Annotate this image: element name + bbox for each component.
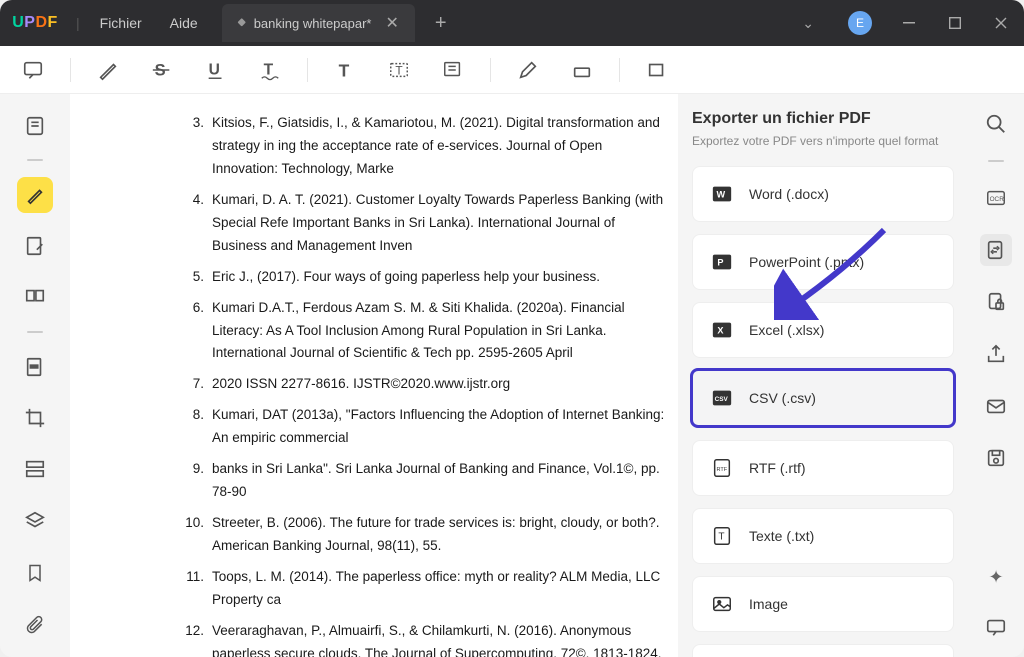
word-icon: W bbox=[709, 181, 735, 207]
excel-icon: X bbox=[709, 317, 735, 343]
app-logo: UPDF bbox=[0, 14, 70, 32]
comment-icon[interactable] bbox=[16, 55, 50, 85]
ai-icon[interactable]: ✦ bbox=[980, 561, 1012, 593]
export-option-word[interactable]: W Word (.docx) bbox=[692, 166, 954, 222]
toolbar: S U T T T bbox=[0, 46, 1024, 94]
export-option-excel[interactable]: X Excel (.xlsx) bbox=[692, 302, 954, 358]
attachment-icon[interactable] bbox=[17, 607, 53, 643]
document-view: 3.Kitsios, F., Giatsidis, I., & Kamariot… bbox=[70, 94, 678, 657]
svg-text:OCR: OCR bbox=[990, 196, 1005, 203]
svg-text:W: W bbox=[717, 190, 726, 200]
left-sidebar bbox=[0, 94, 70, 657]
protect-icon[interactable] bbox=[980, 286, 1012, 318]
reference-item: 10.Streeter, B. (2006). The future for t… bbox=[180, 512, 678, 558]
reference-item: 7.2020 ISSN 2277-8616. IJSTR©2020.www.ij… bbox=[180, 373, 678, 396]
form-icon[interactable] bbox=[17, 452, 53, 487]
note-icon[interactable] bbox=[436, 55, 470, 85]
squiggly-icon[interactable]: T bbox=[253, 55, 287, 85]
highlighter-icon[interactable] bbox=[91, 55, 125, 85]
crop-icon[interactable] bbox=[17, 400, 53, 435]
search-icon[interactable] bbox=[980, 108, 1012, 140]
svg-text:U: U bbox=[209, 61, 220, 78]
svg-text:T: T bbox=[339, 60, 350, 80]
svg-text:T: T bbox=[718, 532, 724, 543]
reference-item: 12.Veeraraghavan, P., Almuairfi, S., & C… bbox=[180, 620, 678, 657]
document-tab[interactable]: banking whitepapar* ✕ bbox=[222, 4, 415, 42]
svg-text:CSV: CSV bbox=[715, 396, 729, 403]
tab-title: banking whitepapar* bbox=[254, 16, 372, 31]
titlebar: UPDF | Fichier Aide banking whitepapar* … bbox=[0, 0, 1024, 46]
reference-item: 5.Eric J., (2017). Four ways of going pa… bbox=[180, 266, 678, 289]
export-subtitle: Exportez votre PDF vers n'importe quel f… bbox=[692, 134, 954, 148]
ocr-icon[interactable]: OCR bbox=[980, 182, 1012, 214]
export-option-csv[interactable]: CSV CSV (.csv) bbox=[690, 368, 956, 428]
highlight-tool-icon[interactable] bbox=[17, 177, 53, 212]
export-option-image[interactable]: Image bbox=[692, 576, 954, 632]
layers-icon[interactable] bbox=[17, 503, 53, 539]
reference-item: 11.Toops, L. M. (2014). The paperless of… bbox=[180, 566, 678, 612]
export-option-xml[interactable]: XML (.xml) bbox=[692, 644, 954, 657]
menu-help[interactable]: Aide bbox=[156, 15, 212, 31]
chat-icon[interactable] bbox=[980, 611, 1012, 643]
powerpoint-icon: P bbox=[709, 249, 735, 275]
edit-icon[interactable] bbox=[17, 229, 53, 264]
right-sidebar: OCR ✦ bbox=[968, 94, 1024, 657]
csv-icon: CSV bbox=[709, 385, 735, 411]
bookmark-icon[interactable] bbox=[17, 555, 53, 591]
reference-item: 8.Kumari, DAT (2013a), "Factors Influenc… bbox=[180, 404, 678, 450]
pages-icon[interactable] bbox=[17, 280, 53, 315]
reference-item: 9.banks in Sri Lanka". Sri Lanka Journal… bbox=[180, 458, 678, 504]
email-icon[interactable] bbox=[980, 390, 1012, 422]
tab-close-icon[interactable]: ✕ bbox=[386, 13, 399, 33]
svg-text:T: T bbox=[395, 63, 402, 77]
share-icon[interactable] bbox=[980, 338, 1012, 370]
tab-add-icon[interactable]: + bbox=[435, 12, 447, 35]
maximize-icon[interactable] bbox=[932, 0, 978, 46]
eraser-icon[interactable] bbox=[565, 55, 599, 85]
export-panel: Exporter un fichier PDF Exportez votre P… bbox=[678, 94, 968, 657]
reader-icon[interactable] bbox=[17, 108, 53, 143]
export-option-powerpoint[interactable]: P PowerPoint (.pptx) bbox=[692, 234, 954, 290]
strikethrough-icon[interactable]: S bbox=[145, 55, 179, 85]
svg-text:P: P bbox=[717, 258, 723, 268]
image-icon bbox=[709, 591, 735, 617]
shape-icon[interactable] bbox=[640, 55, 674, 85]
close-icon[interactable] bbox=[978, 0, 1024, 46]
reference-item: 6.Kumari D.A.T., Ferdous Azam S. M. & Si… bbox=[180, 297, 678, 366]
underline-icon[interactable]: U bbox=[199, 55, 233, 85]
redact-icon[interactable] bbox=[17, 349, 53, 384]
save-icon[interactable] bbox=[980, 442, 1012, 474]
svg-text:T: T bbox=[264, 61, 274, 78]
text-file-icon: T bbox=[709, 523, 735, 549]
reference-item: 4.Kumari, D. A. T. (2021). Customer Loya… bbox=[180, 189, 678, 258]
chevron-down-icon[interactable]: ⌄ bbox=[782, 15, 834, 32]
menu-file[interactable]: Fichier bbox=[86, 15, 156, 31]
pencil-icon[interactable] bbox=[511, 55, 545, 85]
rtf-icon: RTF bbox=[709, 455, 735, 481]
text-icon[interactable]: T bbox=[328, 55, 362, 85]
convert-icon[interactable] bbox=[980, 234, 1012, 266]
minimize-icon[interactable] bbox=[886, 0, 932, 46]
export-option-text[interactable]: T Texte (.txt) bbox=[692, 508, 954, 564]
textbox-icon[interactable]: T bbox=[382, 55, 416, 85]
avatar[interactable]: E bbox=[848, 11, 872, 35]
svg-text:X: X bbox=[717, 326, 724, 336]
svg-text:RTF: RTF bbox=[717, 467, 728, 473]
export-option-rtf[interactable]: RTF RTF (.rtf) bbox=[692, 440, 954, 496]
export-title: Exporter un fichier PDF bbox=[692, 110, 954, 128]
reference-item: 3.Kitsios, F., Giatsidis, I., & Kamariot… bbox=[180, 112, 678, 181]
